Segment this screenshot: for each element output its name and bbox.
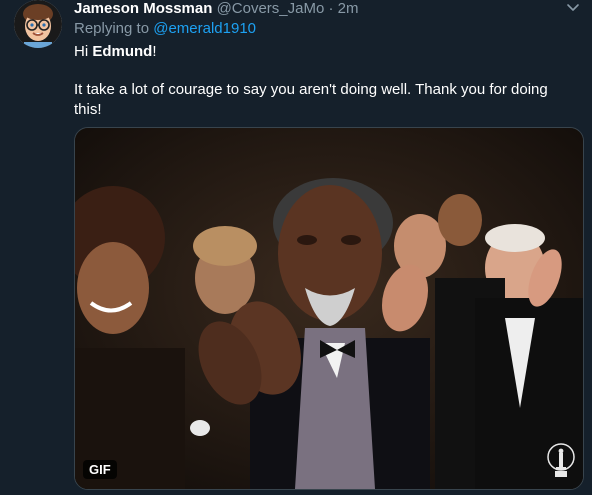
gif-media[interactable]: GIF — [74, 127, 584, 490]
timestamp[interactable]: 2m — [338, 0, 359, 17]
tweet-text: Hi Edmund! It take a lot of courage to s… — [74, 42, 574, 120]
chevron-down-icon — [567, 4, 579, 11]
greeting-name: Edmund — [92, 43, 153, 60]
message-paragraph: It take a lot of courage to say you aren… — [74, 81, 548, 118]
applause-scene-image — [75, 128, 583, 489]
oscar-statuette-icon — [547, 443, 575, 483]
replying-prefix: Replying to — [74, 20, 150, 37]
avatar[interactable] — [14, 0, 62, 48]
greeting-suffix: ! — [152, 43, 157, 60]
greeting-prefix: Hi — [74, 43, 89, 60]
greeting-line: Hi Edmund! — [74, 42, 574, 62]
tweet-header: Jameson Mossman @Covers_JaMo · 2m — [74, 0, 359, 18]
replying-mention-link[interactable]: @emerald1910 — [153, 20, 256, 37]
gif-badge: GIF — [83, 460, 117, 479]
replying-to: Replying to @emerald1910 — [74, 20, 256, 38]
author-name[interactable]: Jameson Mossman — [74, 0, 212, 17]
author-handle[interactable]: @Covers_JaMo — [217, 0, 325, 17]
more-options-button[interactable] — [566, 0, 580, 14]
memoji-avatar-icon — [14, 0, 62, 48]
separator-dot: · — [328, 0, 334, 17]
